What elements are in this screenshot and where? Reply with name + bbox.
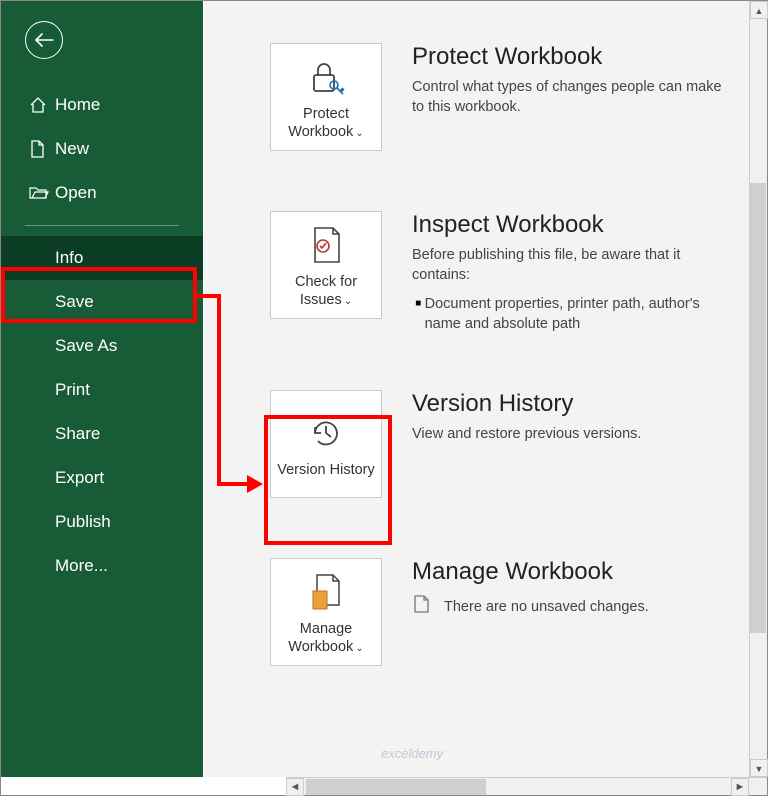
version-desc: View and restore previous versions. bbox=[412, 424, 729, 444]
document-icon bbox=[29, 140, 55, 158]
scroll-left-button[interactable]: ◄ bbox=[286, 778, 304, 796]
chevron-down-icon: ⌄ bbox=[344, 296, 352, 307]
back-button[interactable] bbox=[25, 21, 63, 59]
inspect-desc: Before publishing this file, be aware th… bbox=[412, 245, 729, 286]
tile-label-text: Manage Workbook bbox=[288, 621, 353, 655]
chevron-down-icon: ⌄ bbox=[355, 128, 363, 139]
nav-label: Home bbox=[55, 95, 100, 115]
sidebar-divider bbox=[25, 225, 179, 226]
vertical-scrollbar[interactable]: ▲ ▼ bbox=[749, 1, 767, 777]
nav-publish[interactable]: Publish bbox=[1, 500, 203, 544]
vscroll-thumb[interactable] bbox=[750, 183, 766, 633]
version-title: Version History bbox=[412, 390, 729, 418]
folder-open-icon bbox=[29, 185, 55, 201]
nav-label: Publish bbox=[55, 512, 111, 532]
manage-title: Manage Workbook bbox=[412, 558, 729, 586]
lock-key-icon bbox=[306, 55, 346, 99]
section-inspect: Check for Issues⌄ Inspect Workbook Befor… bbox=[204, 183, 749, 366]
nav-info[interactable]: Info bbox=[1, 236, 203, 280]
info-content-pane: Protect Workbook⌄ Protect Workbook Contr… bbox=[203, 1, 749, 777]
protect-title: Protect Workbook bbox=[412, 43, 729, 71]
version-history-tile[interactable]: Version History bbox=[270, 390, 382, 498]
manage-desc: There are no unsaved changes. bbox=[444, 597, 649, 617]
nav-more[interactable]: More... bbox=[1, 544, 203, 588]
scroll-down-button[interactable]: ▼ bbox=[750, 759, 768, 777]
inspect-bullet: Document properties, printer path, autho… bbox=[425, 294, 729, 335]
nav-label: New bbox=[55, 139, 89, 159]
document-small-icon bbox=[412, 594, 434, 619]
nav-label: More... bbox=[55, 556, 108, 576]
check-issues-tile[interactable]: Check for Issues⌄ bbox=[270, 211, 382, 319]
history-clock-icon bbox=[306, 411, 346, 455]
document-check-icon bbox=[307, 223, 345, 267]
nav-save-as[interactable]: Save As bbox=[1, 324, 203, 368]
tile-label-text: Version History bbox=[277, 462, 375, 478]
protect-workbook-tile[interactable]: Protect Workbook⌄ bbox=[270, 43, 382, 151]
chevron-down-icon: ⌄ bbox=[355, 643, 363, 654]
manage-workbook-tile[interactable]: Manage Workbook⌄ bbox=[270, 558, 382, 666]
nav-label: Export bbox=[55, 468, 104, 488]
backstage-sidebar: Home New Open Info Save bbox=[1, 1, 203, 777]
nav-label: Open bbox=[55, 183, 97, 203]
nav-open[interactable]: Open bbox=[1, 171, 203, 215]
nav-label: Share bbox=[55, 424, 100, 444]
bullet-icon: ■ bbox=[412, 298, 425, 335]
tile-label-text: Protect Workbook bbox=[288, 106, 353, 140]
hscroll-thumb[interactable] bbox=[306, 779, 486, 795]
inspect-title: Inspect Workbook bbox=[412, 211, 729, 239]
nav-label: Info bbox=[55, 248, 83, 268]
nav-label: Save bbox=[55, 292, 94, 312]
nav-new[interactable]: New bbox=[1, 127, 203, 171]
home-icon bbox=[29, 96, 55, 114]
section-protect: Protect Workbook⌄ Protect Workbook Contr… bbox=[204, 31, 749, 183]
protect-desc: Control what types of changes people can… bbox=[412, 77, 729, 118]
nav-print[interactable]: Print bbox=[1, 368, 203, 412]
scroll-right-button[interactable]: ► bbox=[731, 778, 749, 796]
nav-label: Save As bbox=[55, 336, 117, 356]
nav-save[interactable]: Save bbox=[1, 280, 203, 324]
documents-icon bbox=[307, 570, 345, 614]
back-arrow-icon bbox=[34, 33, 54, 47]
section-version: Version History Version History View and… bbox=[204, 366, 749, 530]
scroll-up-button[interactable]: ▲ bbox=[750, 1, 768, 19]
nav-share[interactable]: Share bbox=[1, 412, 203, 456]
horizontal-scrollbar[interactable]: ◄ ► bbox=[286, 777, 767, 795]
section-manage: Manage Workbook⌄ Manage Workbook There a… bbox=[204, 530, 749, 698]
nav-home[interactable]: Home bbox=[1, 83, 203, 127]
nav-export[interactable]: Export bbox=[1, 456, 203, 500]
nav-label: Print bbox=[55, 380, 90, 400]
